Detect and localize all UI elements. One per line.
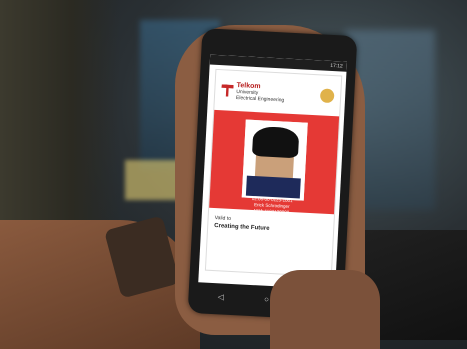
phone-screen: 17:12 Telkom University Electrical Engin… bbox=[198, 54, 348, 290]
hair bbox=[251, 125, 300, 159]
shirt bbox=[245, 175, 301, 199]
faculty-name: Electrical Engineering bbox=[235, 94, 285, 104]
student-photo bbox=[241, 119, 308, 201]
card-header: Telkom University Electrical Engineering bbox=[214, 70, 341, 116]
valid-label: Valid to bbox=[214, 215, 232, 222]
photo-scene: 17:12 Telkom University Electrical Engin… bbox=[0, 0, 467, 349]
back-icon[interactable]: ◁ bbox=[218, 292, 225, 301]
university-seal-icon bbox=[319, 88, 335, 104]
home-icon[interactable]: ○ bbox=[264, 294, 269, 303]
telkom-logo: Telkom University Electrical Engineering bbox=[221, 81, 285, 103]
fingers bbox=[270, 270, 380, 349]
status-time: 17:12 bbox=[330, 62, 343, 70]
student-id-card: Telkom University Electrical Engineering… bbox=[204, 68, 343, 278]
telkom-logo-icon bbox=[221, 84, 234, 97]
motto-text: Creating the Future bbox=[214, 223, 270, 232]
